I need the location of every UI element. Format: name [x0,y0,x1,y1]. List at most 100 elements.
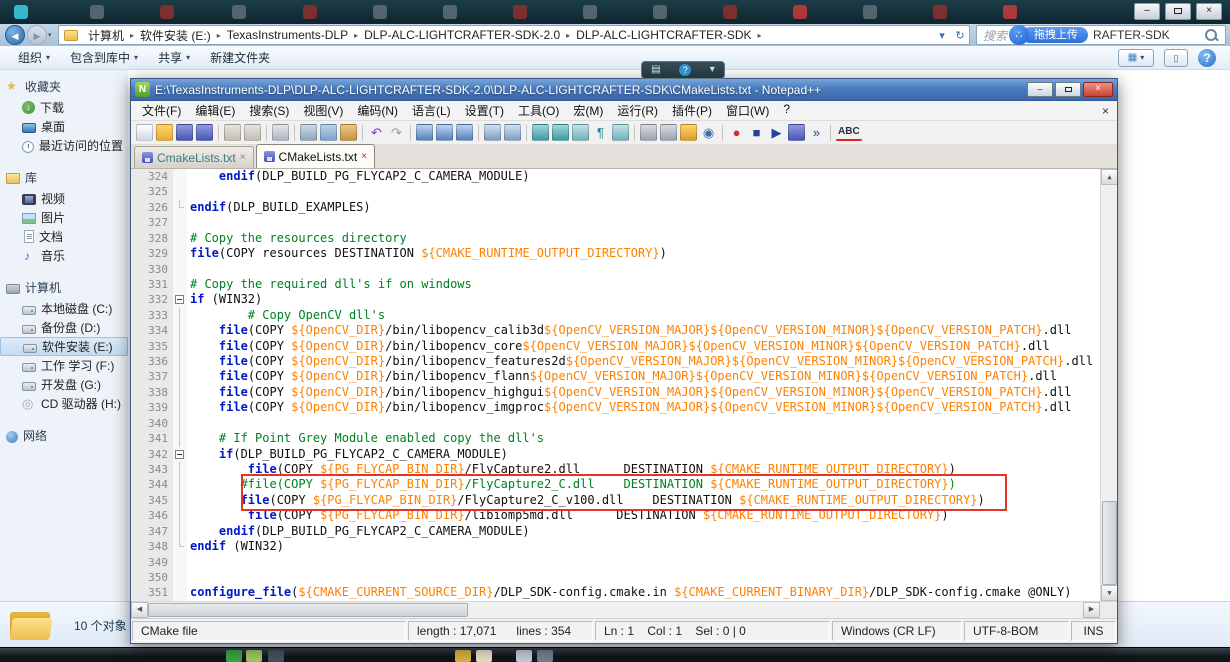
zoom-in-icon[interactable] [484,124,501,141]
breadcrumb-separator-icon[interactable]: ▸ [757,31,763,40]
sidebar-group-header-favorites[interactable]: 收藏夹 [0,76,128,98]
code-text[interactable]: endif (WIN32) [187,539,1100,554]
sidebar-item-pictures[interactable]: 图片 [0,208,128,227]
menubar-close-icon[interactable]: × [1102,104,1117,118]
menu-edit[interactable]: 编辑(E) [188,102,242,119]
code-text[interactable] [187,570,1100,585]
indent-guide-icon[interactable] [612,124,629,141]
sidebar-group-header-libraries[interactable]: 库 [0,167,128,189]
restore-icon[interactable] [1055,82,1081,97]
taskbar-app-icon[interactable] [537,650,553,662]
app-icon[interactable] [160,5,174,19]
tab-1[interactable]: CmakeLists.txt × [134,146,254,168]
sidebar-item-videos[interactable]: 视频 [0,189,128,208]
app-icon[interactable] [373,5,387,19]
drag-upload-badge[interactable]: 拖拽上传 [1022,27,1089,43]
fold-margin[interactable] [173,199,187,216]
app-icon[interactable] [303,5,317,19]
fold-margin[interactable] [173,384,187,401]
fold-margin[interactable] [173,246,187,262]
fold-toggle-icon[interactable] [175,449,184,459]
tab-close-icon[interactable]: × [240,152,246,163]
code-text[interactable] [187,184,1100,199]
play-macro-icon[interactable]: ▶ [768,124,785,141]
command-new-folder[interactable]: 新建文件夹 [200,49,280,66]
function-list-icon[interactable] [660,124,677,141]
code-text[interactable]: file(COPY ${OpenCV_DIR}/bin/libopencv_fl… [187,369,1100,384]
code-text[interactable] [187,262,1100,277]
change-view-button[interactable]: ▦ ▾ [1118,48,1154,67]
upload-app-icon[interactable]: ∴ [1009,25,1030,45]
fold-margin[interactable] [173,261,187,277]
search-input[interactable]: 搜索 ∴ 拖拽上传 RAFTER-SDK [976,25,1226,45]
app-icon[interactable] [443,5,457,19]
app-icon[interactable] [863,5,877,19]
help-icon[interactable]: ? [679,64,692,76]
undo-icon[interactable]: ↶ [368,124,385,141]
minimize-icon[interactable]: – [1027,82,1053,97]
address-bar[interactable]: 计算机 ▸ 软件安装 (E:) ▸ TexasInstruments-DLP ▸ DLP-A… [58,25,970,45]
save-macro-icon[interactable] [788,124,805,141]
menu-encoding[interactable]: 编码(N) [350,102,405,119]
fold-margin[interactable] [173,400,187,416]
app-icon[interactable] [723,5,737,19]
sidebar-item-local-disk-c[interactable]: 本地磁盘 (C:) [0,299,128,318]
code-text[interactable]: file(COPY ${PG_FLYCAP_BIN_DIR}/FlyCaptur… [187,493,1100,508]
cut-icon[interactable] [300,124,317,141]
help-button[interactable]: ? [1198,48,1216,67]
sidebar-item-dev-disk-g[interactable]: 开发盘 (G:) [0,375,128,394]
fold-margin[interactable] [173,462,187,478]
taskbar-app-icon[interactable] [246,650,262,662]
maximize-icon[interactable] [1165,3,1191,20]
fold-margin[interactable] [173,431,187,447]
scroll-down-icon[interactable]: ▼ [1101,585,1117,601]
app-icon[interactable] [14,5,28,19]
editor[interactable]: 324 endif(DLP_BUILD_PG_FLYCAP2_C_CAMERA_… [131,169,1117,601]
menu-file[interactable]: 文件(F) [135,102,188,119]
taskbar-app-icon[interactable] [455,650,471,662]
code-text[interactable]: file(COPY ${PG_FLYCAP_BIN_DIR}/libiomp5m… [187,508,1100,523]
fold-margin[interactable] [173,276,187,293]
menu-icon[interactable]: ▤ [651,62,660,78]
vertical-scroll-thumb[interactable] [1102,501,1117,585]
fold-margin[interactable] [173,230,187,247]
sidebar-item-work-study-f[interactable]: 工作 学习 (F:) [0,356,128,375]
copy-icon[interactable] [320,124,337,141]
command-include-in-library[interactable]: 包含到库中 ▾ [60,49,148,66]
code-text[interactable]: file(COPY ${OpenCV_DIR}/bin/libopencv_hi… [187,385,1100,400]
app-icon[interactable] [90,5,104,19]
sidebar-group-header-network[interactable]: 网络 [0,425,128,447]
fold-margin[interactable] [173,585,187,601]
breadcrumb-segment[interactable]: 软件安装 (E:) [135,27,216,44]
taskbar[interactable] [0,647,1230,662]
code-text[interactable]: file(COPY ${OpenCV_DIR}/bin/libopencv_ca… [187,323,1100,338]
spell-check-icon[interactable]: ABC [836,125,862,141]
app-icon[interactable] [1003,5,1017,19]
preview-pane-button[interactable]: ▯ [1164,48,1188,67]
code-text[interactable]: configure_file(${CMAKE_CURRENT_SOURCE_DI… [187,585,1100,600]
word-wrap-icon[interactable] [572,124,589,141]
code-text[interactable]: file(COPY ${PG_FLYCAP_BIN_DIR}/FlyCaptur… [187,462,1100,477]
fold-margin[interactable] [173,523,187,540]
scroll-right-icon[interactable]: ▶ [1083,602,1100,618]
app-icon[interactable] [653,5,667,19]
save-icon[interactable] [176,124,193,141]
code-text[interactable]: endif(DLP_BUILD_EXAMPLES) [187,200,1100,215]
vertical-scrollbar[interactable]: ▲ ▼ [1100,169,1117,601]
app-icon[interactable] [583,5,597,19]
minimize-icon[interactable]: – [1134,3,1160,20]
app-icon[interactable] [793,5,807,19]
app-icon[interactable] [513,5,527,19]
forward-button[interactable]: ▶ [27,25,47,45]
code-text[interactable]: endif(DLP_BUILD_PG_FLYCAP2_C_CAMERA_MODU… [187,169,1100,184]
show-all-chars-icon[interactable]: ¶ [592,124,609,141]
run-macro-multiple-icon[interactable]: » [808,124,825,141]
sidebar-item-downloads[interactable]: 下载 [0,98,128,117]
print-icon[interactable] [272,124,289,141]
fold-margin[interactable] [173,369,187,385]
sidebar-item-recent-places[interactable]: 最近访问的位置 [0,136,128,155]
fold-margin[interactable] [173,323,187,339]
refresh-icon[interactable]: ↻ [951,29,969,42]
menu-macro[interactable]: 宏(M) [566,102,610,119]
open-folder-icon[interactable] [156,124,173,141]
